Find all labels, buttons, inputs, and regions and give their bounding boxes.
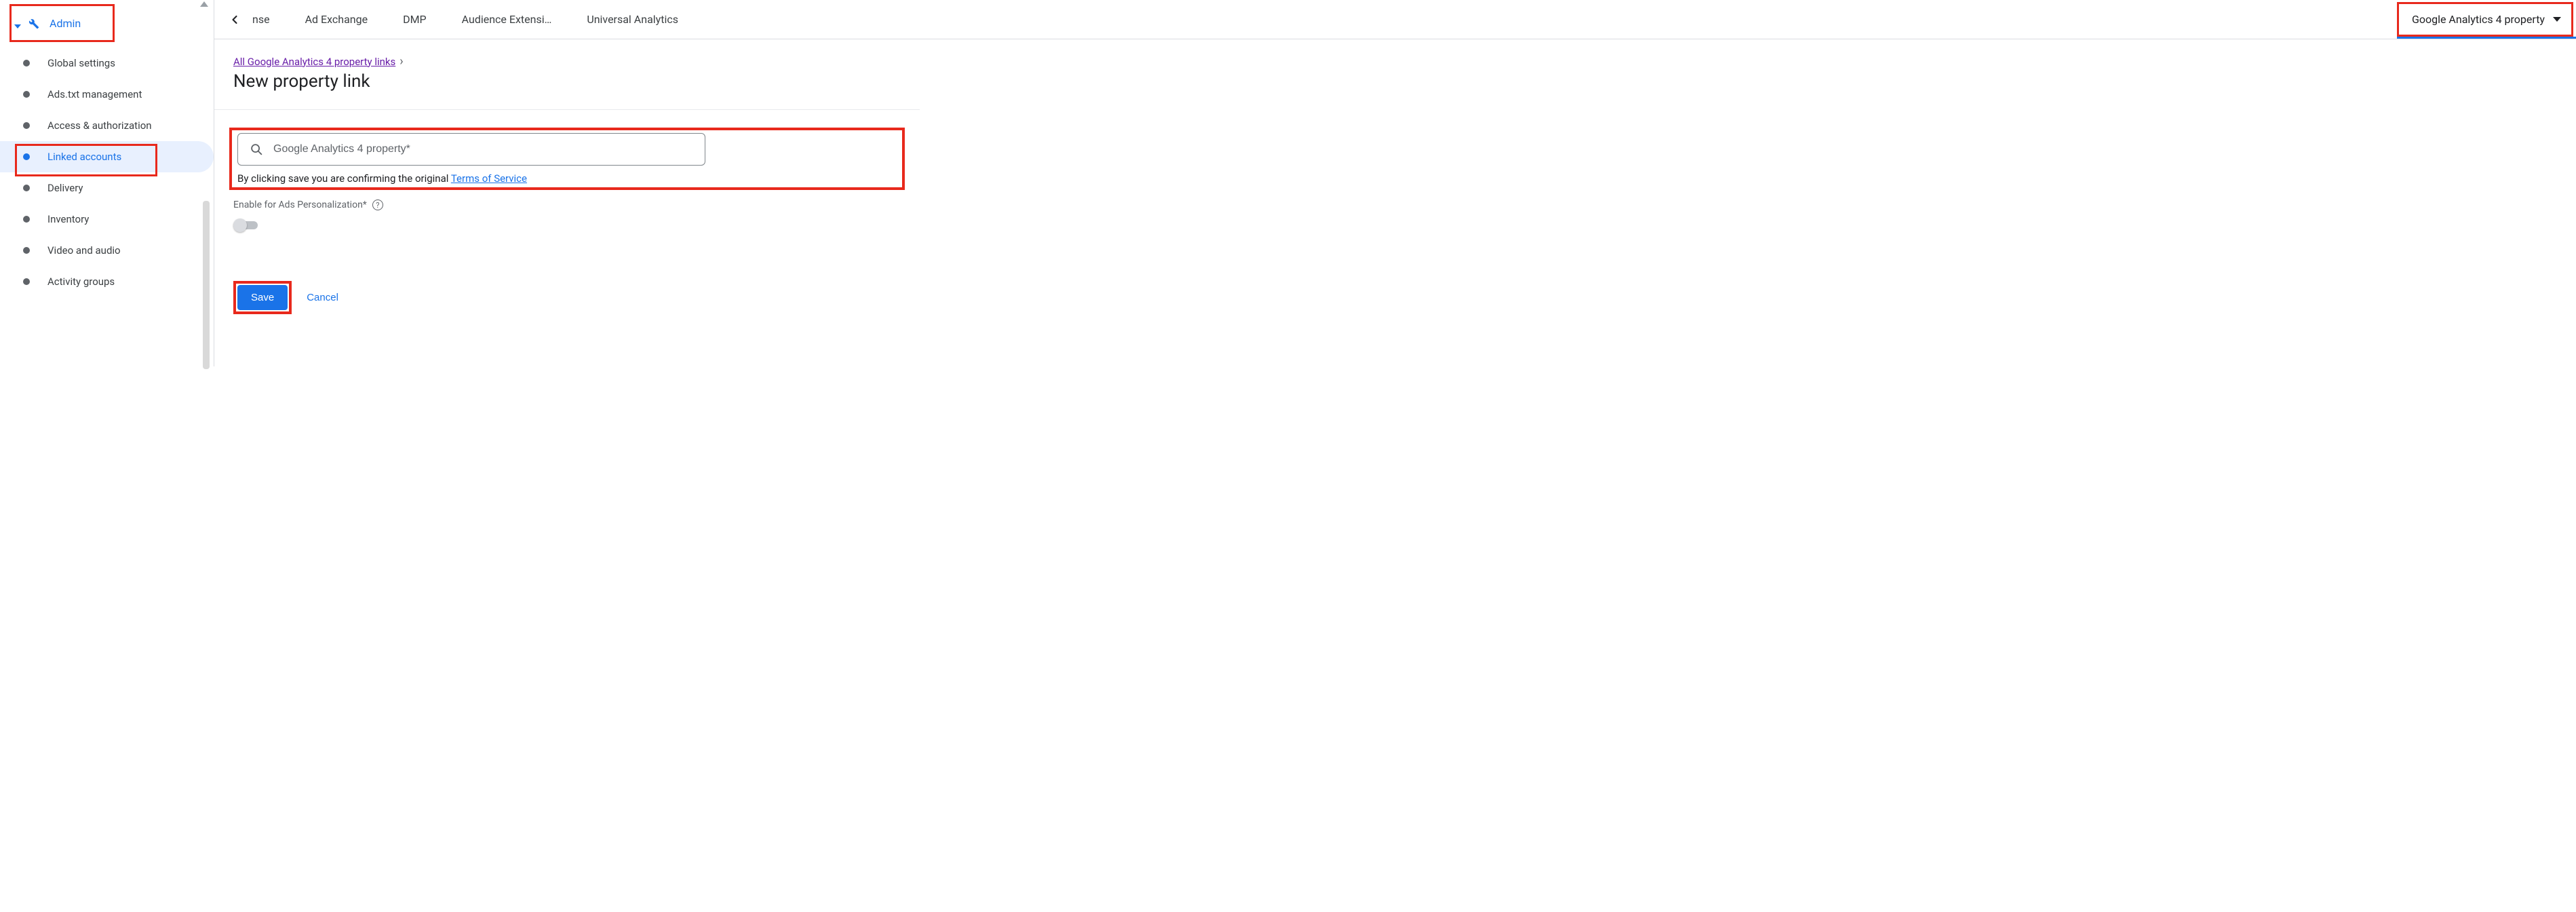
bullet-icon <box>23 122 30 129</box>
sidebar-item-delivery[interactable]: Delivery <box>0 172 214 204</box>
sidebar-item-activity-groups[interactable]: Activity groups <box>0 266 214 297</box>
search-icon <box>249 142 264 157</box>
search-block: By clicking save you are confirming the … <box>233 128 901 190</box>
chevron-down-icon <box>2553 17 2561 22</box>
tos-link[interactable]: Terms of Service <box>451 172 527 185</box>
caret-left-icon <box>14 24 21 28</box>
tab-ga4-property-dropdown[interactable]: Google Analytics 4 property <box>2397 0 2576 39</box>
tab-ad-exchange[interactable]: Ad Exchange <box>288 0 386 39</box>
tab-label: Ad Exchange <box>305 13 368 26</box>
tos-line: By clicking save you are confirming the … <box>237 172 897 185</box>
tabs-row: nse Ad Exchange DMP Audience Extensi… Un… <box>214 0 2576 39</box>
bullet-icon <box>23 247 30 254</box>
content: All Google Analytics 4 property links › … <box>214 39 920 329</box>
sidebar-item-inventory[interactable]: Inventory <box>0 204 214 235</box>
bullet-icon <box>23 153 30 160</box>
sidebar-collapse-icon[interactable] <box>200 1 208 7</box>
sidebar-item-video-audio[interactable]: Video and audio <box>0 235 214 266</box>
admin-nav[interactable]: Admin <box>12 6 113 40</box>
sidebar-scrollbar[interactable] <box>203 201 210 369</box>
sidebar-item-label: Inventory <box>47 213 89 225</box>
sidebar-item-label: Global settings <box>47 57 115 69</box>
tab-label: Audience Extensi… <box>462 13 552 26</box>
sidebar-nav-list: Global settings Ads.txt management Acces… <box>0 48 214 297</box>
bullet-icon <box>23 216 30 223</box>
form-actions: Save Cancel <box>233 281 901 314</box>
bullet-icon <box>23 60 30 66</box>
ga4-property-search[interactable] <box>237 133 705 166</box>
tab-dropdown-label: Google Analytics 4 property <box>2412 13 2545 26</box>
sidebar-item-linked-accounts[interactable]: Linked accounts <box>0 141 214 172</box>
breadcrumb: All Google Analytics 4 property links › <box>233 54 901 69</box>
ads-personalization-label: Enable for Ads Personalization* ? <box>233 200 901 210</box>
sidebar-item-global-settings[interactable]: Global settings <box>0 48 214 79</box>
tab-audience-extension[interactable]: Audience Extensi… <box>444 0 570 39</box>
admin-label: Admin <box>50 17 81 30</box>
divider <box>214 109 920 110</box>
personalization-label-text: Enable for Ads Personalization* <box>233 200 367 210</box>
sidebar-item-access-auth[interactable]: Access & authorization <box>0 110 214 141</box>
ads-personalization-toggle[interactable] <box>233 218 260 232</box>
wrench-icon <box>25 16 40 31</box>
chevron-right-icon: › <box>399 54 403 69</box>
ga4-property-input[interactable] <box>273 143 694 155</box>
tab-universal-analytics[interactable]: Universal Analytics <box>569 0 696 39</box>
admin-highlight: Admin <box>9 4 115 42</box>
sidebar-item-label: Access & authorization <box>47 119 152 132</box>
bullet-icon <box>23 185 30 191</box>
tab-truncated[interactable]: nse <box>248 0 288 39</box>
sidebar-item-label: Activity groups <box>47 276 115 288</box>
sidebar-item-ads-txt[interactable]: Ads.txt management <box>0 79 214 110</box>
tos-prefix: By clicking save you are confirming the … <box>237 172 451 185</box>
tab-label: DMP <box>403 13 427 26</box>
chevron-left-icon <box>228 13 241 26</box>
tab-label: nse <box>252 13 270 26</box>
active-tab-underline <box>2397 37 2576 39</box>
sidebar-item-label: Video and audio <box>47 244 121 256</box>
breadcrumb-link[interactable]: All Google Analytics 4 property links <box>233 56 395 68</box>
main: nse Ad Exchange DMP Audience Extensi… Un… <box>214 0 2576 366</box>
bullet-icon <box>23 91 30 98</box>
save-button[interactable]: Save <box>237 285 288 310</box>
sidebar: Admin Global settings Ads.txt management… <box>0 0 214 366</box>
cancel-button[interactable]: Cancel <box>307 292 338 303</box>
page-title: New property link <box>233 71 901 92</box>
bullet-icon <box>23 278 30 285</box>
sidebar-item-label: Ads.txt management <box>47 88 142 100</box>
sidebar-item-label: Delivery <box>47 182 83 194</box>
tab-label: Universal Analytics <box>587 13 678 26</box>
tab-dmp[interactable]: DMP <box>385 0 444 39</box>
help-icon[interactable]: ? <box>372 200 383 210</box>
back-button[interactable] <box>221 6 248 33</box>
toggle-thumb <box>233 218 247 232</box>
sidebar-item-label: Linked accounts <box>47 151 121 163</box>
